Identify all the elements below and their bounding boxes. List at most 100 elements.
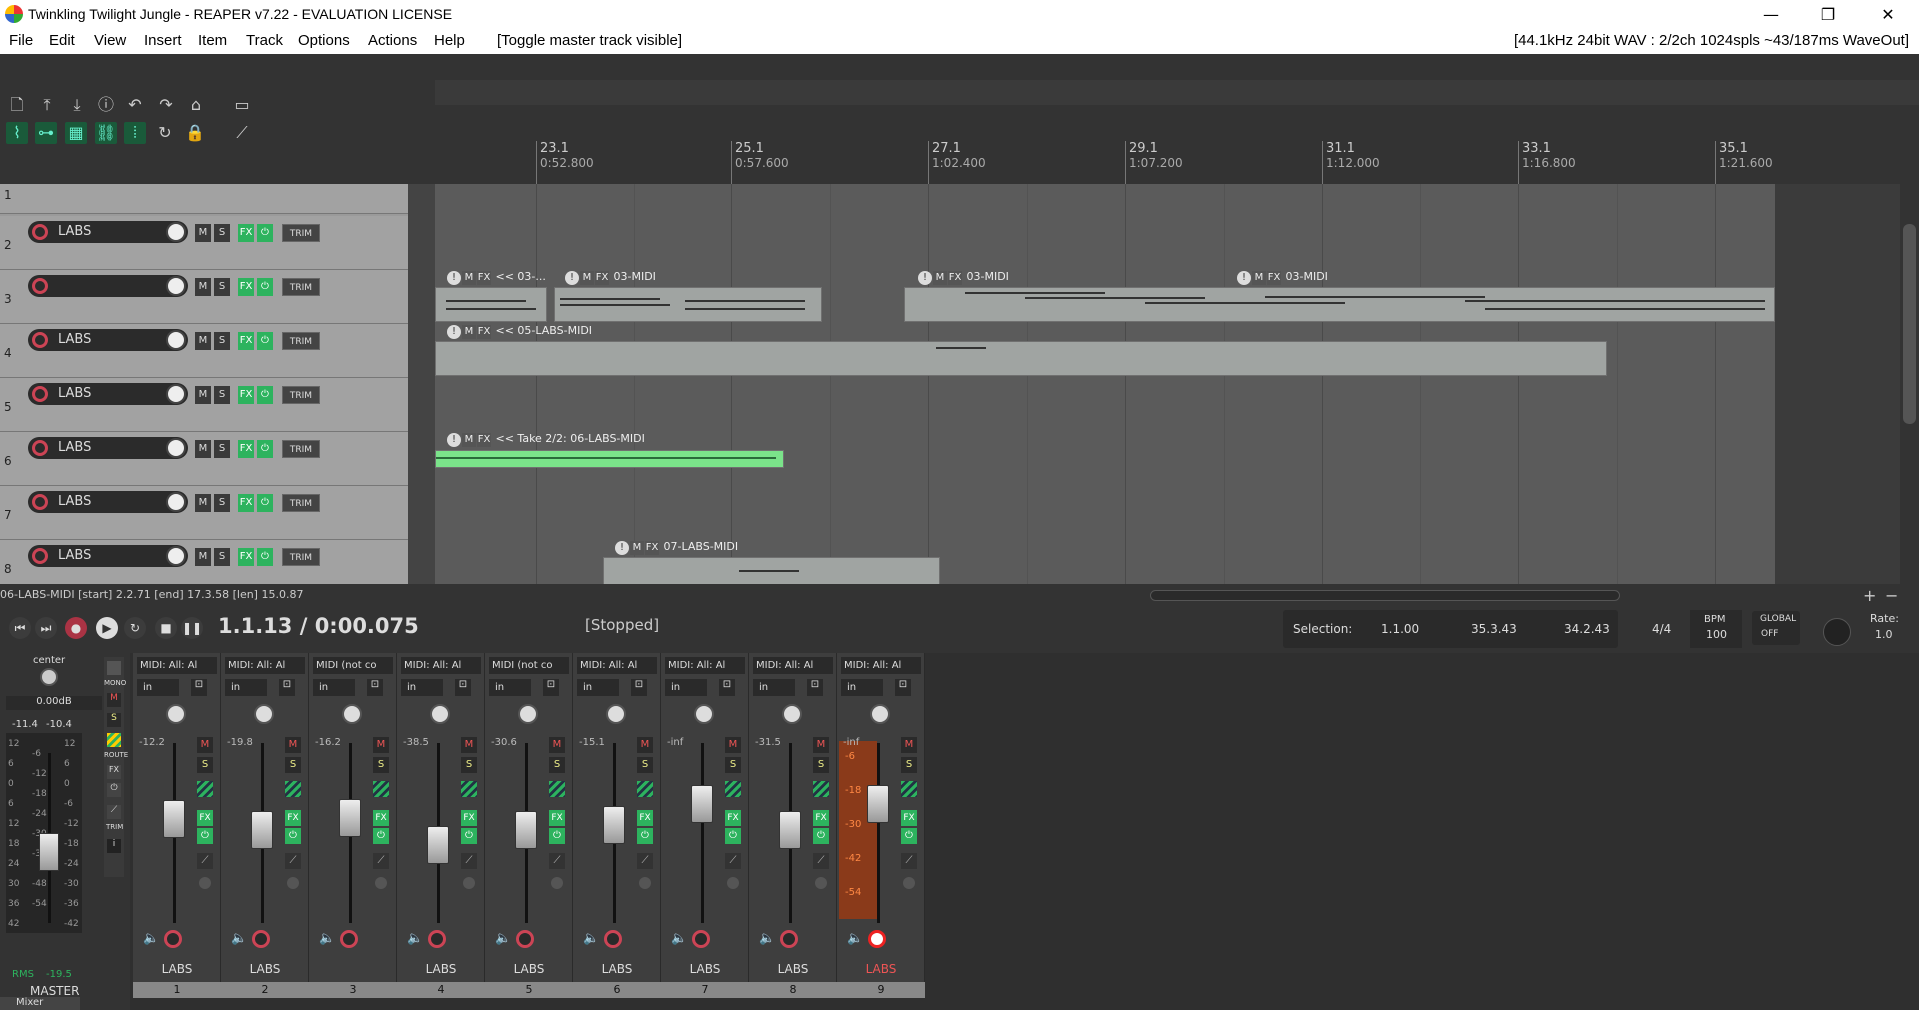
- fx-bypass-icon[interactable]: ⏻: [257, 332, 273, 350]
- solo-button[interactable]: S: [285, 757, 301, 773]
- scroll-thumb[interactable]: [1150, 590, 1620, 601]
- master-fx-button[interactable]: FX: [107, 765, 121, 779]
- io-icon[interactable]: [903, 877, 915, 889]
- item-header[interactable]: ! M FX << 03-...: [447, 270, 546, 286]
- mute-button[interactable]: M: [725, 737, 741, 753]
- time-signature[interactable]: 4/4: [1652, 622, 1671, 636]
- speaker-icon[interactable]: 🔈: [319, 931, 335, 946]
- selection-end[interactable]: 35.3.43: [1471, 622, 1517, 636]
- record-arm-icon[interactable]: [252, 930, 270, 948]
- record-arm-icon[interactable]: [32, 386, 48, 402]
- pan-knob[interactable]: [870, 704, 890, 724]
- volume-fader[interactable]: [867, 785, 889, 823]
- snap-grid-icon[interactable]: ▦: [65, 122, 87, 144]
- volume-fader[interactable]: [251, 811, 273, 849]
- fx-bypass-icon[interactable]: ⏻: [257, 494, 273, 512]
- speaker-icon[interactable]: 🔈: [583, 931, 599, 946]
- selection-start[interactable]: 1.1.00: [1381, 622, 1419, 636]
- fx-button[interactable]: FX: [238, 278, 254, 296]
- item-header[interactable]: ! M FX 03-MIDI: [918, 270, 1009, 286]
- scroll-thumb[interactable]: [1903, 224, 1916, 424]
- fx-bypass-icon[interactable]: ⏻: [257, 386, 273, 404]
- volume-knob[interactable]: [166, 330, 186, 350]
- mixer-tab[interactable]: Mixer: [0, 997, 80, 1010]
- pan-knob[interactable]: [166, 704, 186, 724]
- menu-options[interactable]: Options: [298, 32, 350, 49]
- input-select[interactable]: in: [489, 679, 531, 696]
- master-pan-knob[interactable]: [40, 668, 58, 686]
- master-fx-bypass-icon[interactable]: ⏻: [107, 783, 121, 797]
- mute-button[interactable]: M: [373, 737, 389, 753]
- envelope-icon[interactable]: ⟋: [549, 853, 565, 869]
- menu-insert[interactable]: Insert: [144, 32, 182, 49]
- fx-button[interactable]: FX: [373, 810, 389, 826]
- phase-icon[interactable]: ⊡: [631, 679, 647, 696]
- record-arm-icon[interactable]: [780, 930, 798, 948]
- master-mute-button[interactable]: M: [107, 693, 121, 707]
- midi-input-select[interactable]: MIDI: All: Al: [401, 657, 481, 674]
- volume-fader[interactable]: [515, 811, 537, 849]
- solo-button[interactable]: S: [461, 757, 477, 773]
- track-name-box[interactable]: LABS: [28, 383, 188, 405]
- arrange-vertical-scrollbar[interactable]: [1900, 184, 1919, 584]
- lock-icon[interactable]: 🔒: [184, 122, 206, 144]
- midi-input-select[interactable]: MIDI: All: Al: [753, 657, 833, 674]
- fx-bypass-icon[interactable]: ⏻: [257, 224, 273, 242]
- phase-icon[interactable]: ⊡: [455, 679, 471, 696]
- midi-item-selected[interactable]: [435, 450, 784, 468]
- solo-button[interactable]: S: [197, 757, 213, 773]
- record-arm-icon[interactable]: [340, 930, 358, 948]
- master-info-icon[interactable]: i: [107, 839, 121, 853]
- arrange-horizontal-scrollbar[interactable]: + −: [435, 584, 1919, 608]
- global-automation-button[interactable]: GLOBAL OFF: [1752, 611, 1800, 645]
- phase-icon[interactable]: ⊡: [367, 679, 383, 696]
- speaker-icon[interactable]: 🔈: [231, 931, 247, 946]
- master-route-icon[interactable]: [107, 733, 121, 747]
- fx-bypass-icon[interactable]: ⏻: [197, 828, 213, 844]
- mute-button[interactable]: M: [195, 224, 211, 242]
- timeline-ruler[interactable]: 23.1 0:52.800 25.1 0:57.600 27.1 1:02.400 2…: [435, 80, 1919, 184]
- volume-knob[interactable]: [166, 492, 186, 512]
- fx-button[interactable]: FX: [238, 548, 254, 566]
- midi-item[interactable]: [435, 341, 1607, 376]
- fx-button[interactable]: FX: [238, 494, 254, 512]
- menu-view[interactable]: View: [94, 32, 126, 49]
- fx-button[interactable]: FX: [549, 810, 565, 826]
- midi-input-select[interactable]: MIDI: All: Al: [137, 657, 217, 674]
- repeat-icon[interactable]: ↻: [124, 617, 146, 639]
- midi-item[interactable]: [435, 287, 547, 322]
- speaker-icon[interactable]: 🔈: [847, 931, 863, 946]
- fx-button[interactable]: FX: [461, 810, 477, 826]
- fx-bypass-icon[interactable]: ⏻: [549, 828, 565, 844]
- track-1[interactable]: 1: [0, 184, 408, 214]
- envelope-icon[interactable]: ⟋: [373, 853, 389, 869]
- speaker-icon[interactable]: 🔈: [143, 931, 159, 946]
- fx-button[interactable]: FX: [285, 810, 301, 826]
- minimize-button[interactable]: —: [1743, 0, 1799, 29]
- record-arm-icon[interactable]: [32, 548, 48, 564]
- strip-number[interactable]: 9: [837, 982, 925, 998]
- volume-fader[interactable]: [339, 799, 361, 837]
- record-arm-icon[interactable]: [32, 332, 48, 348]
- volume-fader[interactable]: [603, 806, 625, 844]
- midi-input-select[interactable]: MIDI (not co: [489, 657, 569, 674]
- trim-button[interactable]: TRIM: [282, 494, 320, 512]
- io-icon[interactable]: [287, 877, 299, 889]
- volume-fader[interactable]: [691, 785, 713, 823]
- solo-button[interactable]: S: [214, 224, 230, 242]
- mute-button[interactable]: M: [637, 737, 653, 753]
- phase-icon[interactable]: ⊡: [807, 679, 823, 696]
- ripple-edit-icon[interactable]: ⌇: [6, 122, 28, 144]
- speaker-icon[interactable]: 🔈: [671, 931, 687, 946]
- undo-icon[interactable]: ↶: [124, 94, 146, 116]
- item-header[interactable]: ! M FX 03-MIDI: [1237, 270, 1328, 286]
- envelope-icon[interactable]: ⟋: [461, 853, 477, 869]
- menu-help[interactable]: Help: [434, 32, 465, 49]
- record-arm-icon[interactable]: [604, 930, 622, 948]
- fx-button[interactable]: FX: [238, 386, 254, 404]
- fx-button[interactable]: FX: [637, 810, 653, 826]
- io-icon[interactable]: [727, 877, 739, 889]
- volume-knob[interactable]: [166, 384, 186, 404]
- track-5[interactable]: 5 LABS M S FX ⏻ TRIM: [0, 378, 408, 432]
- menu-toggle-master[interactable]: [Toggle master track visible]: [497, 32, 682, 49]
